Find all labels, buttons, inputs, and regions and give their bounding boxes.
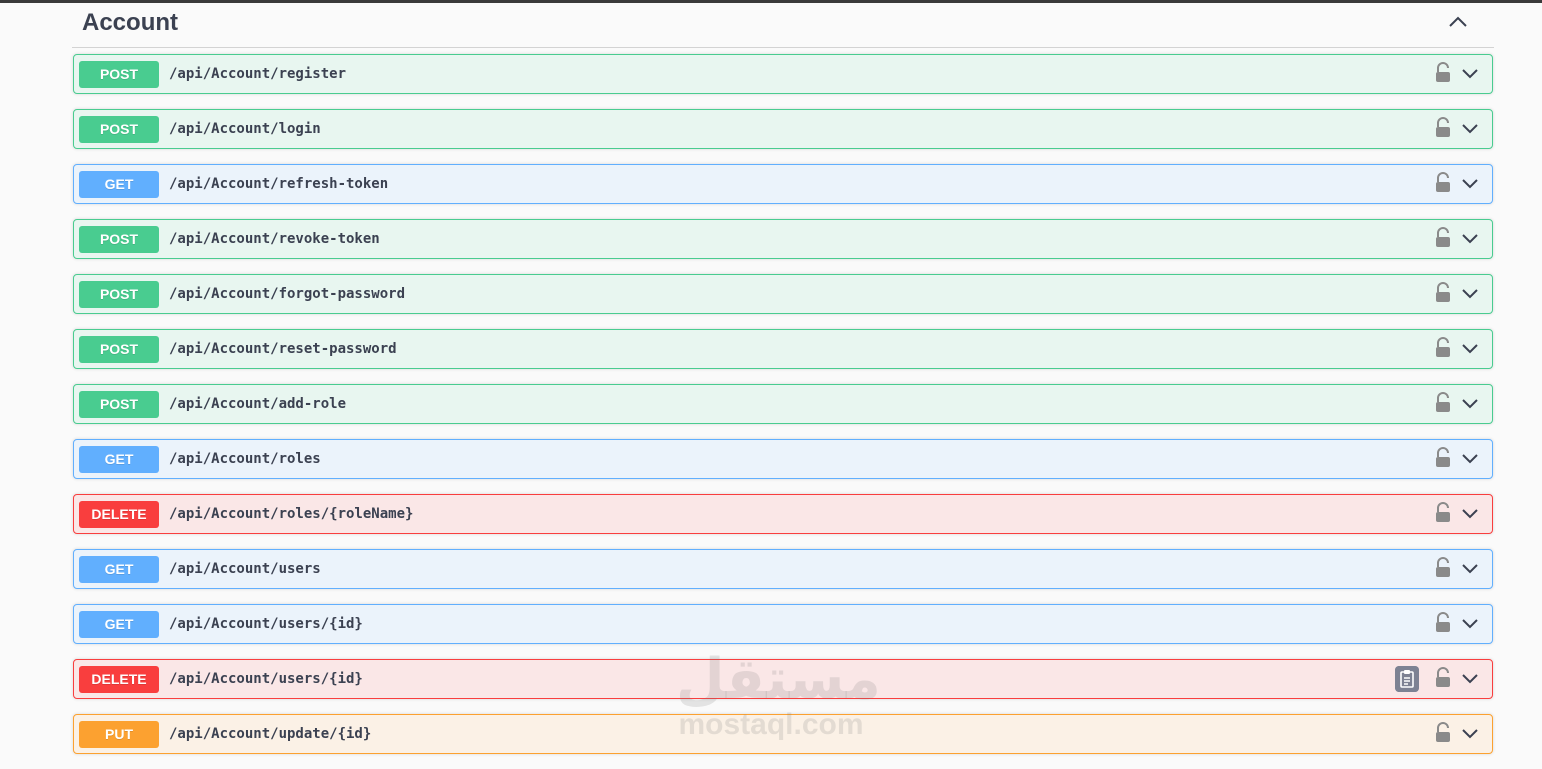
- endpoint-path: /api/Account/roles: [169, 451, 321, 467]
- unlocked-padlock-icon[interactable]: [1434, 667, 1452, 689]
- endpoint-path: /api/Account/login: [169, 121, 321, 137]
- chevron-down-icon[interactable]: [1460, 560, 1480, 576]
- operation-row[interactable]: POST /api/Account/revoke-token: [73, 219, 1493, 259]
- chevron-down-icon[interactable]: [1460, 340, 1480, 356]
- endpoint-path: /api/Account/users/{id}: [169, 671, 363, 687]
- unlocked-padlock-icon[interactable]: [1434, 392, 1452, 414]
- account-section: Account POST /api/Account/register POST …: [72, 3, 1494, 754]
- method-badge: GET: [79, 556, 159, 583]
- unlocked-padlock-icon[interactable]: [1434, 282, 1452, 304]
- operation-row[interactable]: POST /api/Account/register: [73, 54, 1493, 94]
- operation-row[interactable]: GET /api/Account/refresh-token: [73, 164, 1493, 204]
- unlocked-padlock-icon[interactable]: [1434, 557, 1452, 579]
- unlocked-padlock-icon[interactable]: [1434, 172, 1452, 194]
- operation-row[interactable]: POST /api/Account/add-role: [73, 384, 1493, 424]
- method-badge: POST: [79, 226, 159, 253]
- endpoint-path: /api/Account/users: [169, 561, 321, 577]
- method-badge: PUT: [79, 721, 159, 748]
- chevron-down-icon[interactable]: [1460, 505, 1480, 521]
- operation-row[interactable]: DELETE /api/Account/roles/{roleName}: [73, 494, 1493, 534]
- endpoint-path: /api/Account/register: [169, 66, 347, 82]
- method-badge: POST: [79, 116, 159, 143]
- method-badge: DELETE: [79, 666, 159, 693]
- endpoint-path: /api/Account/roles/{roleName}: [169, 506, 414, 522]
- chevron-down-icon[interactable]: [1460, 725, 1480, 741]
- chevron-down-icon[interactable]: [1460, 615, 1480, 631]
- unlocked-padlock-icon[interactable]: [1434, 502, 1452, 524]
- endpoint-path: /api/Account/refresh-token: [169, 176, 389, 192]
- method-badge: GET: [79, 611, 159, 638]
- chevron-down-icon[interactable]: [1460, 65, 1480, 81]
- operations-list: POST /api/Account/register POST /api/Acc…: [73, 54, 1493, 769]
- endpoint-path: /api/Account/users/{id}: [169, 616, 363, 632]
- operation-row[interactable]: POST /api/Account/reset-password: [73, 329, 1493, 369]
- unlocked-padlock-icon[interactable]: [1434, 117, 1452, 139]
- endpoint-path: /api/Account/add-role: [169, 396, 347, 412]
- method-badge: GET: [79, 171, 159, 198]
- method-badge: POST: [79, 281, 159, 308]
- operation-row[interactable]: PUT /api/Account/update/{id}: [73, 714, 1493, 754]
- method-badge: DELETE: [79, 501, 159, 528]
- chevron-down-icon[interactable]: [1460, 450, 1480, 466]
- unlocked-padlock-icon[interactable]: [1434, 722, 1452, 744]
- unlocked-padlock-icon[interactable]: [1434, 227, 1452, 249]
- section-title: Account: [82, 9, 178, 36]
- section-header[interactable]: Account: [72, 3, 1494, 48]
- operation-row[interactable]: POST /api/Account/forgot-password: [73, 274, 1493, 314]
- endpoint-path: /api/Account/reset-password: [169, 341, 397, 357]
- unlocked-padlock-icon[interactable]: [1434, 612, 1452, 634]
- operation-row[interactable]: POST /api/Account/login: [73, 109, 1493, 149]
- chevron-down-icon[interactable]: [1460, 285, 1480, 301]
- unlocked-padlock-icon[interactable]: [1434, 62, 1452, 84]
- chevron-down-icon[interactable]: [1460, 120, 1480, 136]
- operation-row[interactable]: GET /api/Account/users: [73, 549, 1493, 589]
- operation-row[interactable]: GET /api/Account/roles: [73, 439, 1493, 479]
- clipboard-copy-icon[interactable]: [1395, 666, 1419, 692]
- method-badge: GET: [79, 446, 159, 473]
- method-badge: POST: [79, 391, 159, 418]
- chevron-down-icon[interactable]: [1460, 230, 1480, 246]
- chevron-up-icon[interactable]: [1446, 12, 1470, 32]
- unlocked-padlock-icon[interactable]: [1434, 447, 1452, 469]
- chevron-down-icon[interactable]: [1460, 175, 1480, 191]
- method-badge: POST: [79, 61, 159, 88]
- unlocked-padlock-icon[interactable]: [1434, 337, 1452, 359]
- chevron-down-icon[interactable]: [1460, 670, 1480, 686]
- operation-row[interactable]: GET /api/Account/users/{id}: [73, 604, 1493, 644]
- method-badge: POST: [79, 336, 159, 363]
- endpoint-path: /api/Account/update/{id}: [169, 726, 372, 742]
- endpoint-path: /api/Account/revoke-token: [169, 231, 380, 247]
- operation-row[interactable]: DELETE /api/Account/users/{id}: [73, 659, 1493, 699]
- endpoint-path: /api/Account/forgot-password: [169, 286, 406, 302]
- chevron-down-icon[interactable]: [1460, 395, 1480, 411]
